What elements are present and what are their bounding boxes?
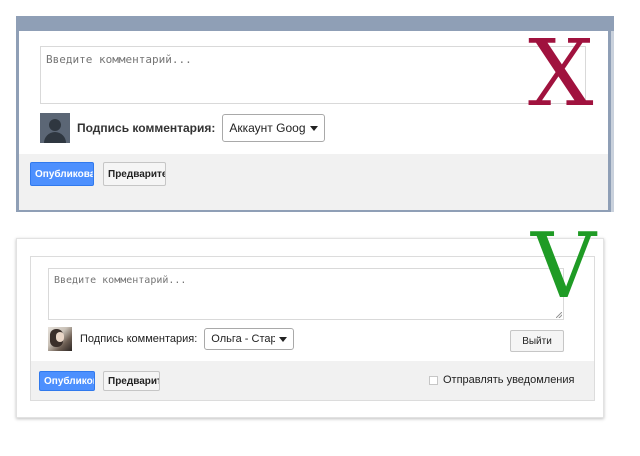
default-user-avatar-icon: [40, 113, 70, 143]
comment-form-footer: Опубликова Предварите Отправлять уведомл…: [31, 361, 594, 400]
logout-button[interactable]: Выйти: [510, 330, 564, 352]
user-photo-avatar: [48, 327, 72, 351]
notify-label: Отправлять уведомления: [443, 374, 575, 386]
signature-label: Подпись комментария:: [77, 121, 216, 135]
notify-checkbox[interactable]: [429, 375, 438, 385]
chevron-down-icon: [310, 125, 319, 131]
signature-select[interactable]: Аккаунт Googl: [222, 114, 326, 142]
incorrect-example-frame: Подпись комментария: Аккаунт Googl Опубл…: [16, 16, 614, 212]
signature-label: Подпись комментария:: [80, 333, 198, 345]
comment-form-body: Подпись комментария: Аккаунт Googl: [19, 31, 608, 154]
notify-option[interactable]: Отправлять уведомления: [429, 374, 574, 386]
comment-form-footer: Опубликова Предварите: [19, 154, 608, 210]
signature-select[interactable]: Ольга - Стара: [204, 328, 295, 350]
preview-button[interactable]: Предварите: [103, 162, 166, 186]
publish-button[interactable]: Опубликова: [30, 162, 94, 186]
chevron-down-icon: [279, 336, 288, 342]
signature-select-value: Ольга - Стара: [211, 333, 275, 345]
comment-form-bottom: Подпись комментария: Ольга - Стара Выйти…: [30, 256, 595, 401]
comment-input[interactable]: [48, 268, 564, 320]
signature-row: Подпись комментария: Ольга - Стара: [48, 327, 295, 351]
correct-mark: V: [531, 214, 596, 319]
scrollbar-edge: [611, 31, 614, 212]
correct-example-frame: Подпись комментария: Ольга - Стара Выйти…: [16, 238, 604, 418]
signature-select-value: Аккаунт Googl: [229, 121, 307, 135]
publish-button[interactable]: Опубликова: [39, 371, 95, 391]
incorrect-mark: X: [528, 20, 594, 127]
comment-input[interactable]: [40, 46, 586, 104]
signature-row: Подпись комментария: Аккаунт Googl: [40, 113, 326, 143]
preview-button[interactable]: Предварите: [103, 371, 160, 391]
comment-form-top: Подпись комментария: Аккаунт Googl Опубл…: [19, 31, 608, 210]
